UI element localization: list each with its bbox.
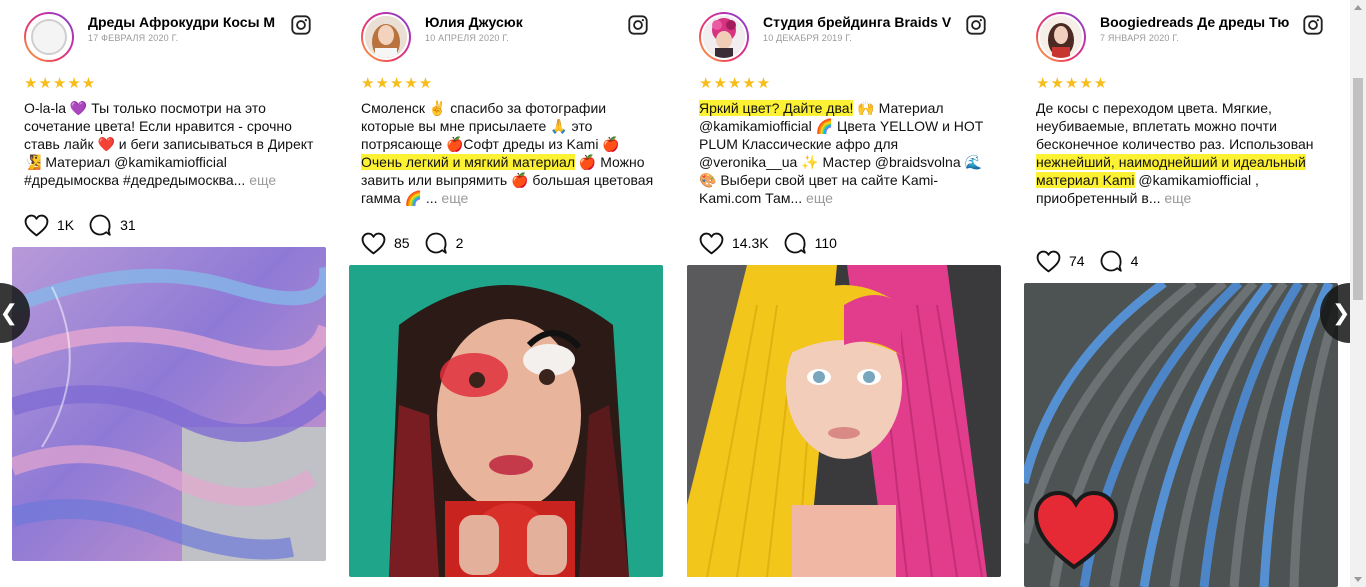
read-more-link[interactable]: еще bbox=[249, 172, 276, 188]
post-stats: 14.3K 110 bbox=[699, 231, 851, 255]
post-card[interactable]: Дреды Афрокудри Косы М 17 ФЕВРАЛЯ 2020 Г… bbox=[12, 0, 326, 561]
avatar[interactable] bbox=[1036, 12, 1086, 62]
post-card[interactable]: Boogiedreads Де дреды Тю 7 ЯНВАРЯ 2020 Г… bbox=[1024, 0, 1338, 587]
post-image-graphic bbox=[12, 247, 326, 561]
comment-icon[interactable] bbox=[1099, 249, 1123, 273]
post-stats: 85 2 bbox=[361, 231, 477, 255]
heart-icon[interactable] bbox=[699, 232, 724, 255]
comments-count: 31 bbox=[120, 217, 136, 233]
likes-count: 1K bbox=[57, 217, 75, 233]
post-image[interactable] bbox=[349, 265, 663, 577]
author-name[interactable]: Boogiedreads Де дреды Тю bbox=[1100, 14, 1308, 30]
likes-count: 14.3K bbox=[732, 235, 769, 251]
avatar-image bbox=[31, 19, 67, 55]
comment-icon[interactable] bbox=[424, 231, 448, 255]
instagram-icon[interactable] bbox=[627, 14, 649, 36]
heart-icon[interactable] bbox=[24, 214, 49, 237]
comments-count: 110 bbox=[814, 235, 837, 251]
post-text: Де косы с переходом цвета. Мягкие, неуби… bbox=[1036, 99, 1332, 207]
rating-stars: ★★★★★ bbox=[699, 75, 772, 92]
vertical-scrollbar[interactable] bbox=[1350, 0, 1366, 587]
post-card[interactable]: Юлия Джусюк 10 АПРЕЛЯ 2020 Г. ★★★★★ Смол… bbox=[349, 0, 663, 577]
comment-icon[interactable] bbox=[783, 231, 807, 255]
comments-count: 2 bbox=[455, 235, 464, 251]
likes-count: 74 bbox=[1069, 253, 1085, 269]
scroll-up-arrow-icon[interactable] bbox=[1354, 5, 1362, 10]
post-header: Юлия Джусюк 10 АПРЕЛЯ 2020 Г. bbox=[349, 0, 663, 64]
rating-stars: ★★★★★ bbox=[361, 75, 434, 92]
scroll-down-arrow-icon[interactable] bbox=[1354, 577, 1362, 582]
instagram-feed-widget: Дреды Афрокудри Косы М 17 ФЕВРАЛЯ 2020 Г… bbox=[0, 0, 1366, 587]
read-more-link[interactable]: еще bbox=[806, 190, 833, 206]
highlighted-text: Очень легкий и мягкий материал bbox=[361, 154, 575, 170]
likes-count: 85 bbox=[394, 235, 410, 251]
post-card[interactable]: Студия брейдинга Braids V 10 ДЕКАБРЯ 201… bbox=[687, 0, 1001, 577]
post-text: Смоленск ✌️ спасибо за фотографии которы… bbox=[361, 99, 657, 207]
post-image-graphic bbox=[687, 265, 1001, 577]
rating-stars: ★★★★★ bbox=[24, 75, 97, 92]
comment-icon[interactable] bbox=[88, 213, 112, 237]
post-image[interactable] bbox=[687, 265, 1001, 577]
post-image-graphic bbox=[349, 265, 663, 577]
read-more-link[interactable]: еще bbox=[1164, 190, 1191, 206]
chevron-left-icon: ❮ bbox=[0, 300, 18, 325]
read-more-link[interactable]: еще bbox=[441, 190, 468, 206]
avatar[interactable] bbox=[361, 12, 411, 62]
author-name[interactable]: Дреды Афрокудри Косы М bbox=[88, 14, 296, 30]
instagram-icon[interactable] bbox=[1302, 14, 1324, 36]
heart-icon[interactable] bbox=[361, 232, 386, 255]
post-header: Boogiedreads Де дреды Тю 7 ЯНВАРЯ 2020 Г… bbox=[1024, 0, 1338, 64]
avatar-image bbox=[365, 16, 407, 58]
author-name[interactable]: Юлия Джусюк bbox=[425, 14, 633, 30]
post-date: 10 АПРЕЛЯ 2020 Г. bbox=[425, 33, 509, 43]
post-text: O-la-la 💜 Ты только посмотри на это соче… bbox=[24, 99, 320, 189]
post-header: Дреды Афрокудри Косы М 17 ФЕВРАЛЯ 2020 Г… bbox=[12, 0, 326, 64]
post-stats: 1K 31 bbox=[24, 213, 150, 237]
post-text-body: Де косы с переходом цвета. Мягкие, неуби… bbox=[1036, 100, 1314, 152]
highlighted-text: Яркий цвет? Дайте два! bbox=[699, 100, 854, 116]
post-text-body: Смоленск ✌️ спасибо за фотографии которы… bbox=[361, 100, 620, 152]
avatar-image bbox=[1040, 16, 1082, 58]
post-image[interactable] bbox=[1024, 283, 1338, 587]
scrollbar-thumb[interactable] bbox=[1353, 78, 1363, 300]
avatar[interactable] bbox=[699, 12, 749, 62]
post-image-graphic bbox=[1024, 283, 1338, 587]
author-name[interactable]: Студия брейдинга Braids V bbox=[763, 14, 971, 30]
post-stats: 74 4 bbox=[1036, 249, 1152, 273]
instagram-icon[interactable] bbox=[290, 14, 312, 36]
post-date: 17 ФЕВРАЛЯ 2020 Г. bbox=[88, 33, 179, 43]
avatar[interactable] bbox=[24, 12, 74, 62]
rating-stars: ★★★★★ bbox=[1036, 75, 1109, 92]
comments-count: 4 bbox=[1130, 253, 1139, 269]
post-date: 7 ЯНВАРЯ 2020 Г. bbox=[1100, 33, 1180, 43]
avatar-image bbox=[703, 16, 745, 58]
chevron-right-icon: ❯ bbox=[1332, 300, 1351, 325]
post-date: 10 ДЕКАБРЯ 2019 Г. bbox=[763, 33, 852, 43]
post-image[interactable] bbox=[12, 247, 326, 561]
post-text: Яркий цвет? Дайте два! 🙌 Материал @kamik… bbox=[699, 99, 995, 207]
instagram-icon[interactable] bbox=[965, 14, 987, 36]
post-header: Студия брейдинга Braids V 10 ДЕКАБРЯ 201… bbox=[687, 0, 1001, 64]
heart-icon[interactable] bbox=[1036, 250, 1061, 273]
